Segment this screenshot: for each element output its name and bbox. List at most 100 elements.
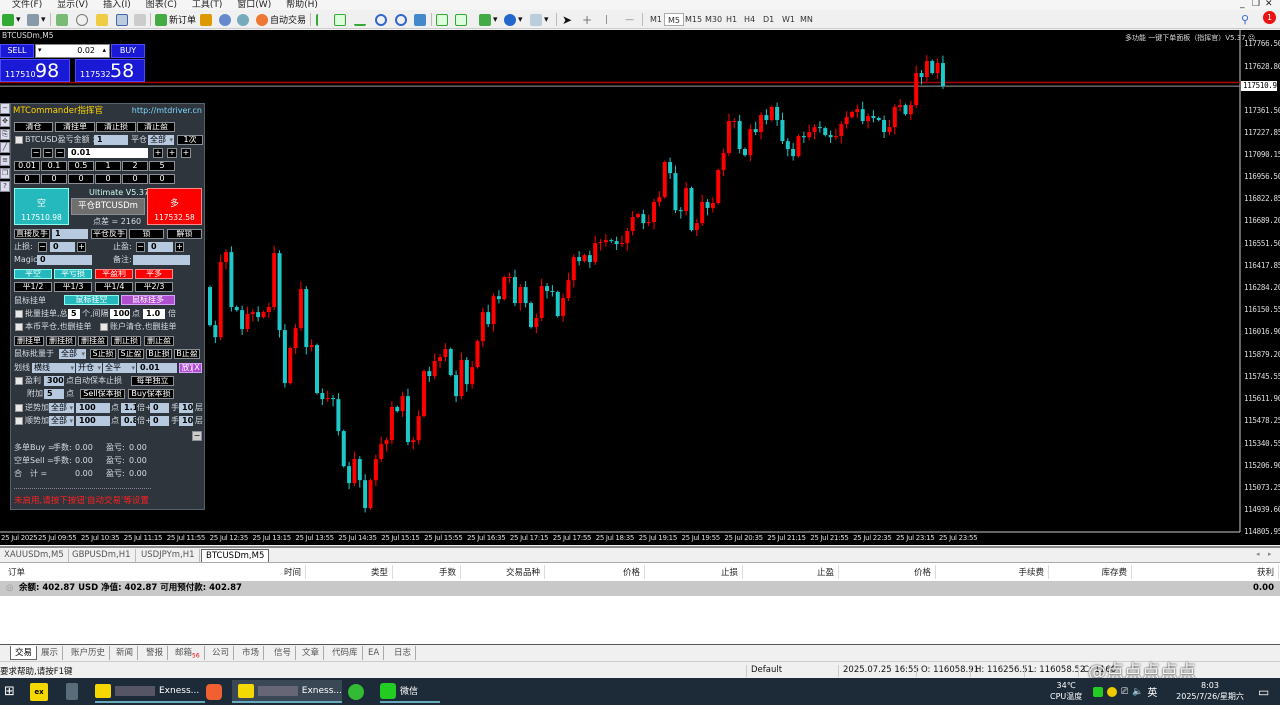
sell-big-button[interactable]: 空 117510.98 (14, 188, 69, 225)
network-icon[interactable]: ⎚ (1121, 687, 1128, 697)
counter-mult-input[interactable]: 1.1 (121, 403, 136, 413)
clear-tp-button[interactable]: 清止盈 (137, 122, 175, 132)
tab-scroll-right-icon[interactable]: ▸ (1268, 550, 1272, 558)
zero-preset[interactable]: 0 (95, 174, 121, 184)
close-two-thirds-button[interactable]: 平2/3 (135, 282, 173, 292)
column-header[interactable]: 止损 (721, 566, 738, 578)
terminal-tab[interactable]: 邮箱56 (171, 646, 205, 660)
zoom-out-icon[interactable] (395, 13, 407, 26)
column-divider[interactable] (1278, 565, 1279, 579)
close-profits-button[interactable]: 平盈利 (95, 269, 133, 279)
column-divider[interactable] (305, 565, 306, 579)
indicators-icon[interactable] (479, 13, 491, 26)
s-sl-button[interactable]: S止损 (90, 349, 116, 359)
column-divider[interactable] (1131, 565, 1132, 579)
signals-icon[interactable] (237, 13, 249, 26)
buy-button[interactable]: BUY (111, 44, 145, 58)
buy-price-button[interactable]: 117532 58 (75, 59, 145, 82)
counter-pts-input[interactable]: 100 (76, 403, 110, 413)
lot-preset[interactable]: 1 (95, 161, 121, 171)
chart-tab[interactable]: GBPUSDm,H1 (68, 549, 136, 562)
taskbar-app-wechat[interactable]: 微信 (380, 680, 440, 703)
symbol-close-checkbox[interactable] (15, 323, 23, 331)
column-header[interactable]: 价格 (623, 566, 640, 578)
lock-button[interactable]: 锁 (129, 229, 164, 239)
comment-input[interactable] (133, 255, 190, 265)
bar-chart-icon[interactable] (316, 13, 328, 26)
tf-m1[interactable]: M1 (647, 13, 665, 26)
tray-plus-icon[interactable] (1107, 686, 1117, 697)
new-chart-icon[interactable] (2, 13, 14, 26)
mouse-batch-select[interactable]: 全部 (59, 349, 86, 359)
profit-be-checkbox[interactable] (15, 377, 23, 385)
lot-plus-2[interactable]: + (167, 148, 177, 158)
line-remove-button[interactable]: X (192, 363, 202, 373)
lot-minus-2[interactable]: − (43, 148, 53, 158)
chart-tab[interactable]: XAUUSDm,M5 (0, 549, 69, 562)
column-header[interactable]: 时间 (284, 566, 301, 578)
lot-preset[interactable]: 0.01 (14, 161, 40, 171)
terminal-tab[interactable]: 信号 (270, 646, 297, 660)
zero-preset[interactable]: 0 (68, 174, 94, 184)
vertical-line-icon[interactable]: | (605, 12, 608, 27)
line-chart-icon[interactable] (354, 14, 366, 26)
zero-preset[interactable]: 0 (41, 174, 67, 184)
terminal-tab[interactable]: 展示 (37, 646, 64, 660)
menu-insert[interactable]: 插入(I) (103, 1, 131, 10)
tile-windows-icon[interactable] (414, 13, 426, 26)
b-sl-button[interactable]: B止损 (146, 349, 172, 359)
autoscroll-icon[interactable] (455, 13, 467, 26)
lot-increase-icon[interactable]: ▴ (102, 46, 106, 54)
line-close-select[interactable]: 全平 (103, 363, 136, 373)
terminal-tab[interactable]: 账户历史 (67, 646, 111, 660)
lot-minus-3[interactable]: − (55, 148, 65, 158)
close-buys-button[interactable]: 平多 (135, 269, 173, 279)
terminal-tab[interactable]: 交易 (10, 646, 38, 660)
column-divider[interactable] (644, 565, 645, 579)
delete-pending-sl-button[interactable]: 删挂损 (46, 336, 76, 346)
column-header[interactable]: 止盈 (817, 566, 834, 578)
tp-input[interactable]: 0 (148, 242, 173, 252)
ime-indicator[interactable]: 英 (1147, 684, 1157, 699)
menu-tools[interactable]: 工具(T) (192, 1, 223, 10)
lot-size-field[interactable]: ▾ 0.02 ▴ (35, 44, 110, 58)
sl-plus[interactable]: + (77, 242, 86, 252)
restore-icon[interactable]: ❐ (1252, 0, 1260, 9)
column-header[interactable]: 交易品种 (506, 566, 540, 578)
terminal-tab[interactable]: 代码库 (328, 646, 363, 660)
tp-minus[interactable]: − (136, 242, 145, 252)
close-third-button[interactable]: 平1/3 (54, 282, 92, 292)
close-scope-select[interactable]: 全部 (148, 135, 174, 145)
times-spinner[interactable]: 1次 (177, 135, 203, 145)
lot-decrease-icon[interactable]: ▾ (38, 46, 42, 54)
delete-pending-tp-button[interactable]: 删挂盈 (78, 336, 108, 346)
tf-m5[interactable]: M5 (664, 13, 684, 26)
column-divider[interactable] (838, 565, 839, 579)
balance-row[interactable]: ◎ 余额: 402.87 USD 净值: 402.87 可用预付款: 402.8… (0, 581, 1280, 596)
magic-input[interactable]: 0 (37, 255, 92, 265)
lot-plus-1[interactable]: + (153, 148, 163, 158)
lot-minus-1[interactable]: − (31, 148, 41, 158)
crosshair-icon[interactable]: + (582, 12, 592, 27)
minimize-icon[interactable]: _ (1240, 0, 1245, 9)
close-icon[interactable]: ✕ (1265, 0, 1273, 9)
delete-pending-button[interactable]: 清挂单 (55, 122, 95, 132)
counter-add-select[interactable]: 全部 (49, 403, 74, 413)
profit-input[interactable]: 300 (44, 376, 64, 386)
trend-layers-input[interactable]: 10 (179, 416, 193, 426)
column-divider[interactable] (460, 565, 461, 579)
exness-icon[interactable]: ex (30, 682, 48, 701)
trend-pts-input[interactable]: 100 (76, 416, 110, 426)
close-losses-button[interactable]: 平亏损 (54, 269, 92, 279)
tf-d1[interactable]: D1 (760, 13, 777, 26)
help-icon[interactable]: ? (0, 181, 10, 192)
lot-preset[interactable]: 0.5 (68, 161, 94, 171)
window-icon[interactable]: ❐ (0, 168, 10, 179)
counter-add-input[interactable]: 0 (150, 403, 169, 413)
panel-url[interactable]: http://mtdriver.cn (132, 106, 202, 116)
close-sells-button[interactable]: 平空 (14, 269, 52, 279)
cursor-icon[interactable]: ➤ (562, 12, 572, 27)
account-close-checkbox[interactable] (100, 323, 108, 331)
calculator-icon[interactable] (66, 683, 78, 700)
column-divider[interactable] (544, 565, 545, 579)
